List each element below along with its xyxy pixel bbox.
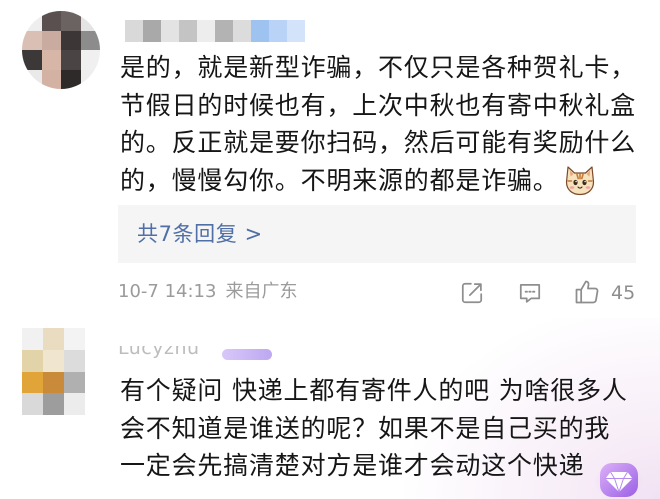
timestamp: 10-7 14:13 (118, 281, 217, 302)
mosaic-cell (64, 371, 85, 394)
mosaic-cell (41, 50, 61, 70)
mosaic-cell (22, 349, 43, 372)
comment-line: 的。反正就是要你扫码，然后可能有奖励什么 (120, 128, 637, 157)
comment-icon[interactable] (517, 280, 543, 306)
mosaic-cell (43, 371, 64, 394)
username-obscured[interactable] (125, 20, 305, 42)
mosaic-row (22, 393, 85, 415)
mosaic-cell (22, 328, 43, 350)
comment-text: 是的，就是新型诈骗，不仅只是各种贺礼卡， 节假日的时候也有，上次中秋也有寄中秋礼… (120, 49, 650, 199)
like-count: 45 (611, 282, 636, 304)
mosaic-cell (64, 349, 85, 372)
mosaic-cell (64, 393, 85, 415)
mosaic-cell (61, 69, 81, 89)
mosaic-cell (61, 50, 81, 70)
comment-line: 是的，就是新型诈骗，不仅只是各种贺礼卡， (120, 53, 637, 82)
purple-gem-icon[interactable] (594, 459, 644, 499)
mosaic-cell (41, 69, 61, 89)
mosaic-cell (61, 30, 81, 50)
mosaic-cell (287, 20, 305, 42)
share-icon[interactable] (459, 280, 485, 306)
mosaic-cell (41, 11, 61, 31)
mosaic-cell (64, 328, 85, 350)
comment-line: 的，慢慢勾你。不明来源的都是诈骗。 (120, 165, 559, 195)
comment-line: 节假日的时候也有，上次中秋也有寄中秋礼盒 (120, 90, 637, 120)
comment-meta: 10-7 14:13 来自广东 (118, 280, 297, 304)
thumbs-up-icon[interactable] (573, 278, 601, 306)
mosaic-row (22, 11, 100, 31)
mosaic-cell (80, 30, 100, 50)
view-replies-label: 共7条回复 > (137, 222, 263, 246)
mosaic-cell (22, 50, 42, 70)
comment-line-last: 的，慢慢勾你。不明来源的都是诈骗。 (120, 162, 650, 200)
mosaic-cell (22, 371, 43, 394)
mosaic-row (22, 328, 85, 350)
mosaic-cell (43, 328, 64, 350)
mosaic-cell (179, 20, 197, 42)
mosaic-row (22, 30, 100, 50)
avatar[interactable] (22, 328, 85, 415)
mosaic-cell (125, 20, 143, 42)
view-replies-button[interactable]: 共7条回复 > (118, 205, 636, 263)
comment-line: 会不知道是谁送的呢？如果不是自己买的我 (120, 413, 611, 443)
user-badge (222, 349, 272, 360)
mosaic-cell (43, 349, 64, 372)
mosaic-cell (80, 50, 100, 70)
username-label: Lucyzhu (118, 346, 200, 359)
mosaic-cell (215, 20, 233, 42)
mosaic-row (22, 50, 100, 70)
mosaic-row (22, 69, 100, 89)
mosaic-cell (61, 11, 81, 31)
mosaic-row (22, 371, 85, 394)
mosaic-cell (143, 20, 161, 42)
avatar[interactable] (22, 11, 100, 89)
mosaic-cell (197, 20, 215, 42)
mosaic-cell (41, 30, 61, 50)
cat-face-emoji-icon (563, 162, 597, 196)
mosaic-cell (22, 69, 42, 89)
mosaic-cell (269, 20, 287, 42)
mosaic-cell (22, 30, 42, 50)
mosaic-cell (43, 393, 64, 415)
mosaic-cell (22, 393, 43, 415)
comment-line: 一定会先搞清楚对方是谁才会动这个快递 (120, 451, 585, 480)
comment-line: 有个疑问 快递上都有寄件人的吧 为啥很多人 (120, 376, 628, 405)
comment-text: 有个疑问 快递上都有寄件人的吧 为啥很多人 会不知道是谁送的呢？如果不是自己买的… (120, 372, 650, 485)
mosaic-cell (161, 20, 179, 42)
location: 来自广东 (225, 281, 298, 302)
mosaic-cell (233, 20, 251, 42)
mosaic-cell (251, 20, 269, 42)
mosaic-row (125, 20, 305, 42)
mosaic-cell (80, 11, 100, 31)
mosaic-cell (22, 11, 42, 31)
mosaic-cell (80, 69, 100, 89)
mosaic-row (22, 349, 85, 372)
username[interactable]: Lucyzhu (118, 346, 216, 360)
